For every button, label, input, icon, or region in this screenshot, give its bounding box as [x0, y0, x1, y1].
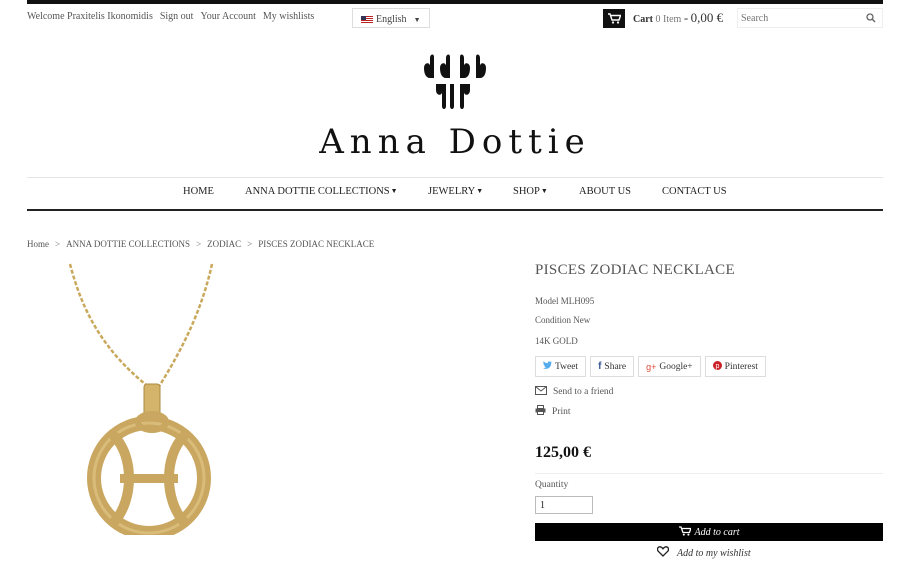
- nav-item-home[interactable]: HOME: [183, 186, 214, 197]
- product-details: PISCES ZODIAC NECKLACE Model MLH095 Cond…: [535, 262, 883, 559]
- us-flag-icon: [361, 15, 373, 24]
- facebook-icon: f: [598, 361, 602, 372]
- breadcrumb-home[interactable]: Home: [27, 239, 49, 249]
- nav-item-label: HOME: [183, 186, 214, 197]
- envelope-icon: [535, 386, 547, 398]
- cart-total: 0,00 €: [690, 10, 724, 25]
- pinterest-label: Pinterest: [724, 361, 758, 372]
- google-plus-label: Google+: [659, 361, 693, 372]
- add-to-cart-button[interactable]: Add to cart: [535, 523, 883, 541]
- quantity-label: Quantity: [535, 480, 569, 490]
- twitter-icon: [543, 361, 552, 372]
- nav-item-label: SHOP: [513, 186, 540, 197]
- google-plus-icon: g+: [646, 361, 657, 372]
- caret-down-icon: ▼: [540, 187, 548, 195]
- add-to-wishlist-label: Add to my wishlist: [677, 547, 751, 559]
- shopping-cart-icon: [678, 525, 692, 539]
- nav-divider-top: [27, 177, 883, 178]
- print-link[interactable]: Print: [535, 405, 570, 418]
- top-rule: [27, 0, 883, 4]
- product-title: PISCES ZODIAC NECKLACE: [535, 262, 735, 278]
- nav-item-shop[interactable]: SHOP▼: [513, 186, 548, 197]
- tweet-label: Tweet: [555, 361, 579, 372]
- cart-summary[interactable]: Cart 0 Item - 0,00 €: [603, 8, 723, 28]
- chevron-down-icon: ▼: [413, 15, 421, 24]
- add-to-cart-label: Add to cart: [694, 526, 740, 538]
- brand-name[interactable]: Anna Dottie: [27, 122, 883, 162]
- share-label: Share: [604, 361, 627, 372]
- nav-item-collections[interactable]: ANNA DOTTIE COLLECTIONS▼: [245, 186, 398, 197]
- sign-out-link[interactable]: Sign out: [160, 11, 194, 22]
- cart-text: Cart 0 Item - 0,00 €: [633, 10, 723, 26]
- svg-text:p: p: [715, 363, 719, 370]
- product-image[interactable]: [62, 260, 232, 540]
- account-links: Welcome Praxitelis Ikonomidis Sign out Y…: [27, 11, 314, 22]
- nav-item-label: JEWELRY: [428, 186, 476, 197]
- nav-item-jewelry[interactable]: JEWELRY▼: [428, 186, 483, 197]
- product-material: 14K GOLD: [535, 336, 578, 346]
- product-model: Model MLH095: [535, 296, 595, 306]
- breadcrumb-current: PISCES ZODIAC NECKLACE: [258, 239, 375, 249]
- google-plus-button[interactable]: g+ Google+: [638, 356, 701, 377]
- pinterest-button[interactable]: p Pinterest: [704, 356, 766, 377]
- welcome-text: Welcome Praxitelis Ikonomidis: [27, 11, 153, 22]
- caret-down-icon: ▼: [476, 187, 484, 195]
- caret-down-icon: ▼: [390, 187, 398, 195]
- breadcrumb-separator: >: [55, 239, 61, 249]
- tweet-button[interactable]: Tweet: [535, 356, 587, 377]
- my-wishlists-link[interactable]: My wishlists: [263, 11, 314, 22]
- breadcrumb-collections[interactable]: ANNA DOTTIE COLLECTIONS: [66, 239, 190, 249]
- send-to-friend-label: Send to a friend: [553, 387, 614, 397]
- your-account-link[interactable]: Your Account: [200, 11, 255, 22]
- quantity-input[interactable]: [535, 496, 593, 514]
- search-box: [737, 8, 883, 28]
- product-condition: Condition New: [535, 315, 591, 325]
- top-bar: Welcome Praxitelis Ikonomidis Sign out Y…: [27, 8, 883, 30]
- nav-item-label: ANNA DOTTIE COLLECTIONS: [245, 186, 390, 197]
- breadcrumb: Home > ANNA DOTTIE COLLECTIONS > ZODIAC …: [27, 239, 374, 249]
- heart-icon: [656, 546, 670, 560]
- nav-item-label: CONTACT US: [662, 186, 727, 197]
- nav-item-label: ABOUT US: [579, 186, 632, 197]
- send-to-friend-link[interactable]: Send to a friend: [535, 386, 613, 398]
- language-label: English: [376, 14, 407, 25]
- cart-count: 0 Item: [655, 14, 682, 25]
- main-navigation: HOME ANNA DOTTIE COLLECTIONS▼ JEWELRY▼ S…: [27, 186, 883, 202]
- print-label: Print: [552, 406, 571, 417]
- breadcrumb-separator: >: [247, 239, 253, 249]
- nav-divider-bottom: [27, 209, 883, 211]
- search-input[interactable]: [738, 9, 858, 27]
- cart-label: Cart: [633, 14, 653, 25]
- price-divider: [535, 473, 883, 474]
- breadcrumb-zodiac[interactable]: ZODIAC: [207, 239, 241, 249]
- add-to-wishlist-link[interactable]: Add to my wishlist: [656, 546, 751, 560]
- cart-dash: -: [683, 10, 689, 25]
- language-selector[interactable]: English ▼: [352, 8, 430, 28]
- share-buttons: Tweet f Share g+ Google+ p Pinterest: [535, 356, 766, 377]
- search-icon[interactable]: [866, 13, 876, 26]
- product-price: 125,00 €: [535, 444, 591, 461]
- shopping-cart-icon[interactable]: [603, 8, 625, 28]
- brand-logo-icon[interactable]: [420, 50, 490, 112]
- facebook-share-button[interactable]: f Share: [590, 356, 635, 377]
- nav-item-about-us[interactable]: ABOUT US: [579, 186, 631, 197]
- printer-icon: [535, 405, 546, 418]
- nav-item-contact-us[interactable]: CONTACT US: [662, 186, 727, 197]
- breadcrumb-separator: >: [196, 239, 202, 249]
- pinterest-icon: p: [712, 360, 722, 373]
